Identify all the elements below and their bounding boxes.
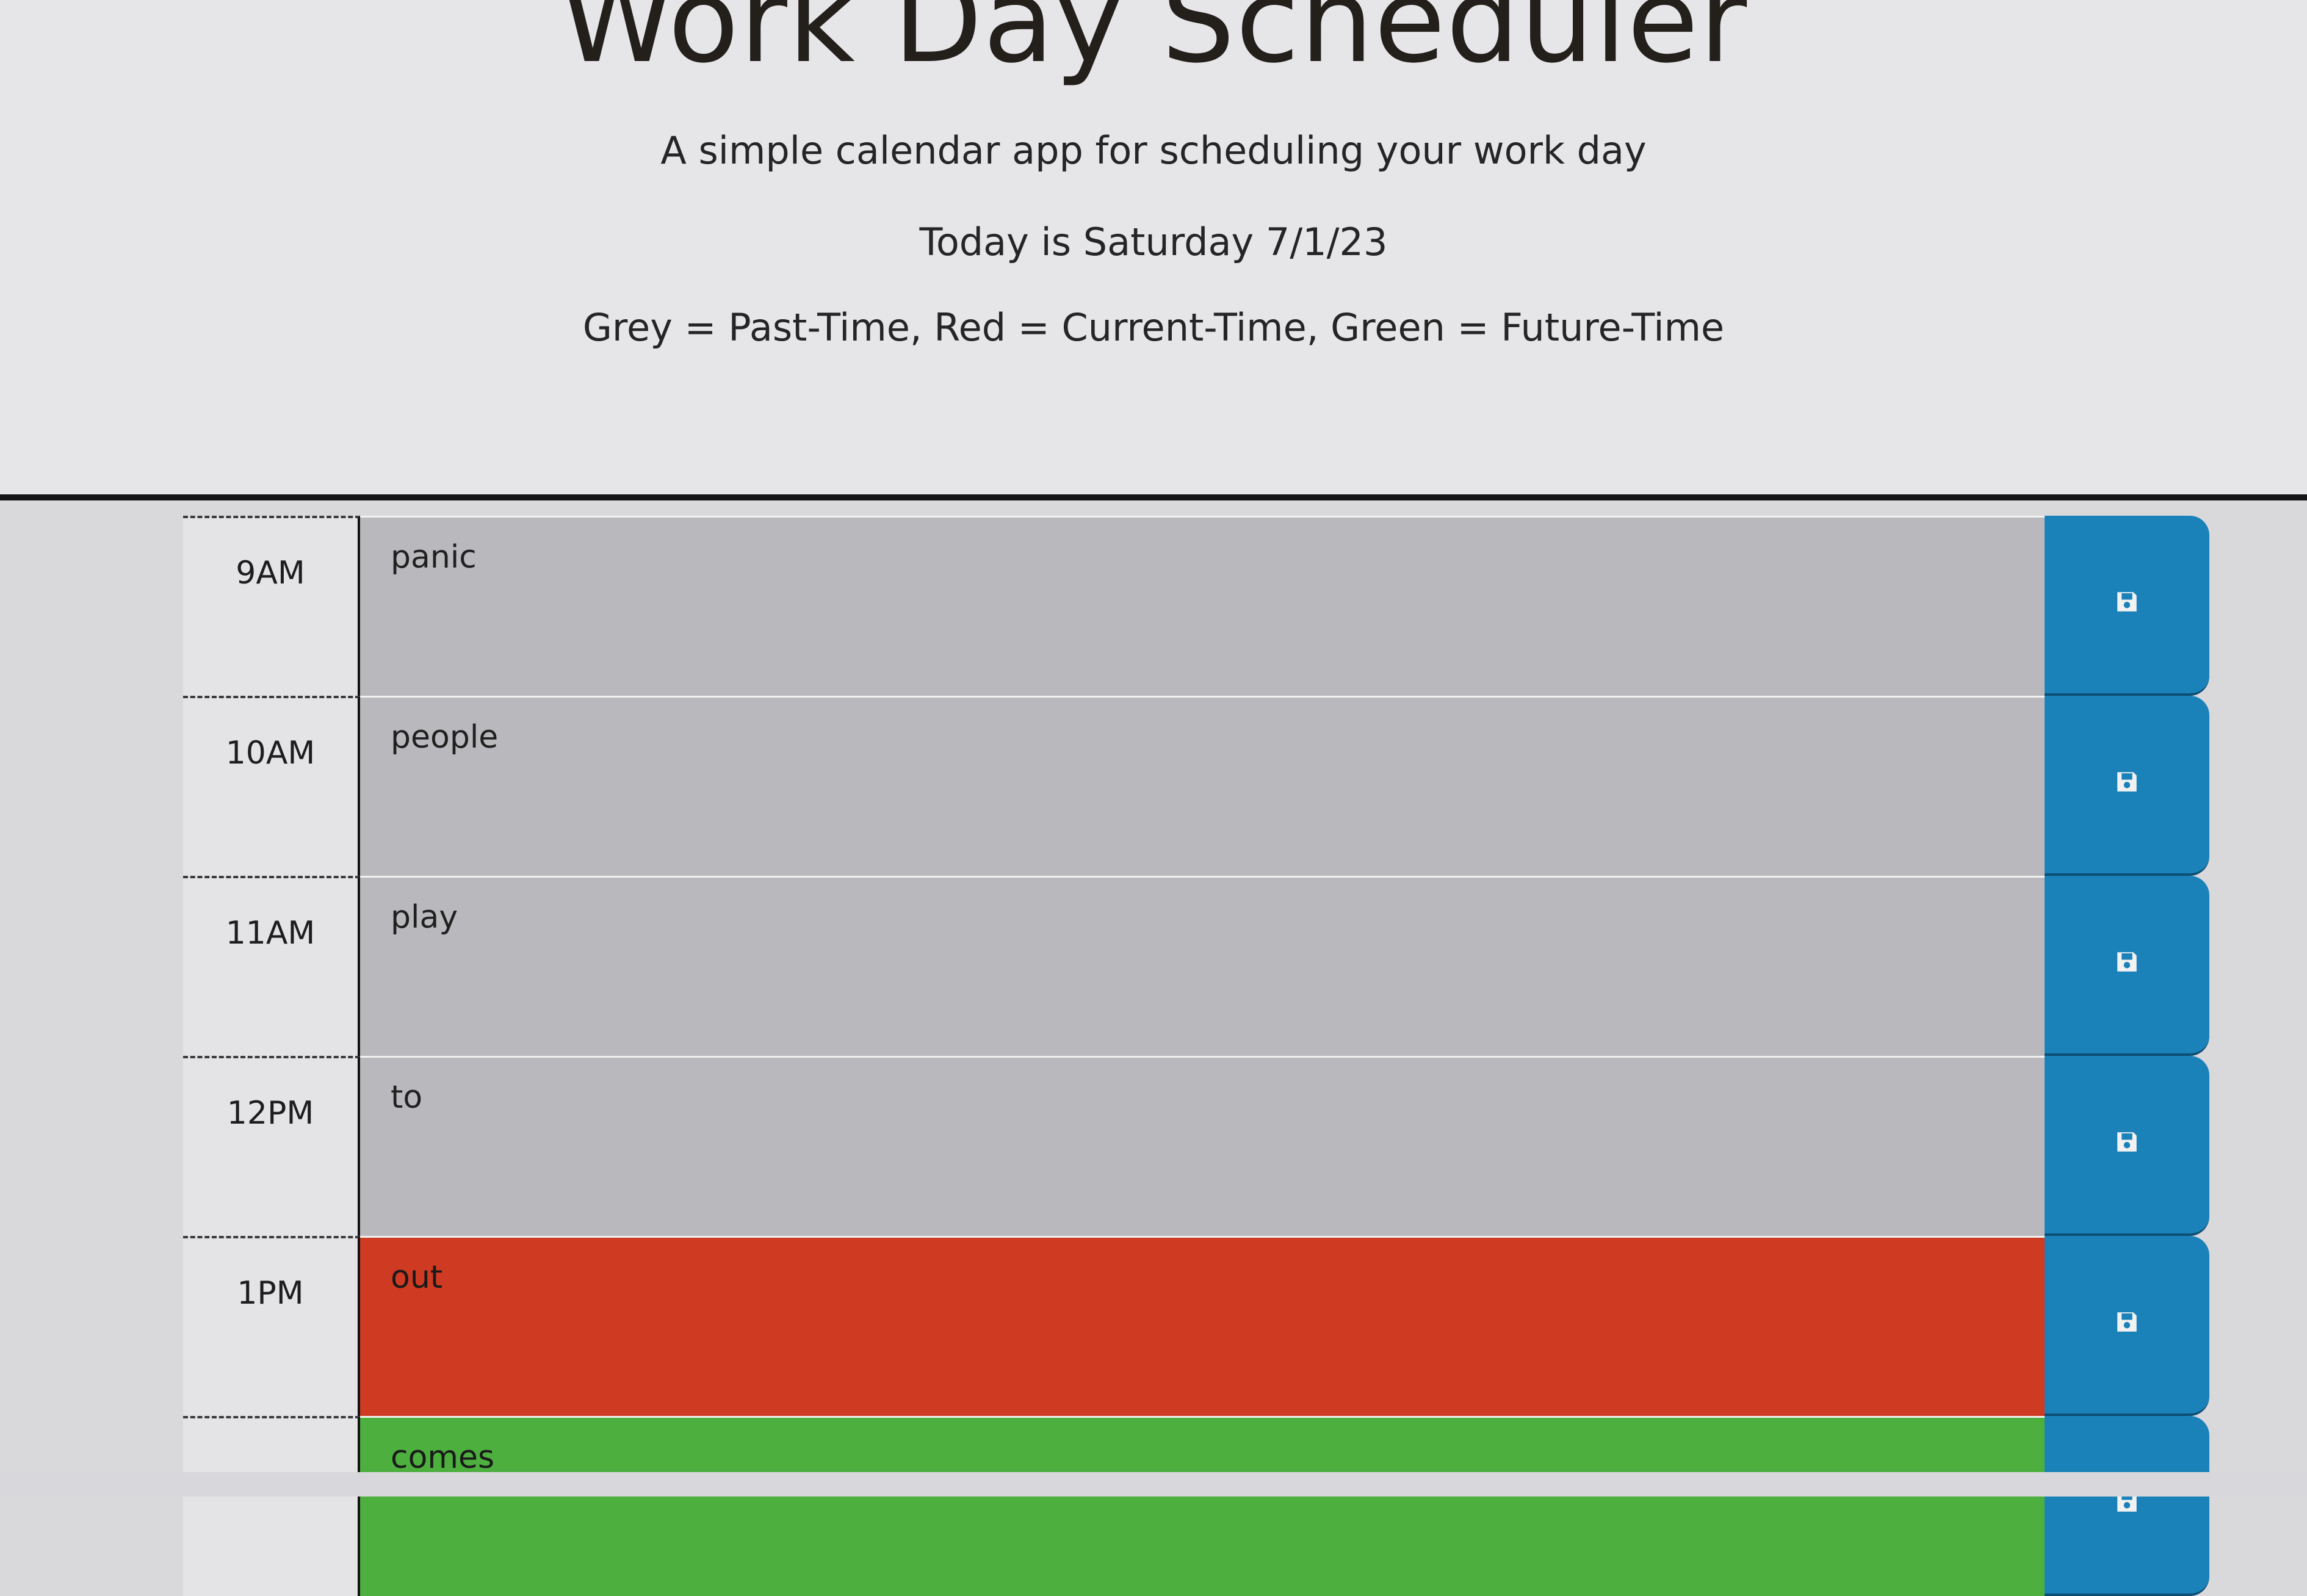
current-day: Today is Saturday 7/1/23 bbox=[919, 220, 1388, 264]
time-block-1pm: 1PM out bbox=[183, 1236, 2209, 1416]
time-block-9am: 9AM panic bbox=[183, 516, 2209, 696]
page-subtitle: A simple calendar app for scheduling you… bbox=[660, 128, 1647, 173]
floppy-disk-icon bbox=[2117, 772, 2137, 792]
hour-label: 12PM bbox=[183, 1056, 360, 1236]
floppy-disk-icon bbox=[2117, 1132, 2137, 1152]
save-button[interactable] bbox=[2045, 876, 2209, 1056]
hour-label: 10AM bbox=[183, 696, 360, 876]
hour-label: 9AM bbox=[183, 516, 360, 696]
floppy-disk-icon bbox=[2117, 1312, 2137, 1332]
page-title: Work Day Scheduler bbox=[559, 0, 1748, 88]
time-block-12pm: 12PM to bbox=[183, 1056, 2209, 1236]
time-block-2pm: comes bbox=[183, 1416, 2209, 1596]
schedule-container: 9AM panic 10AM people 11AM play 12PM to … bbox=[183, 516, 2209, 1596]
color-legend: Grey = Past-Time, Red = Current-Time, Gr… bbox=[582, 305, 1725, 350]
save-button[interactable] bbox=[2045, 696, 2209, 876]
description-textarea[interactable]: comes bbox=[360, 1416, 2045, 1596]
description-textarea[interactable]: people bbox=[360, 696, 2045, 876]
save-button[interactable] bbox=[2045, 1056, 2209, 1236]
hour-label: 11AM bbox=[183, 876, 360, 1056]
hour-label bbox=[183, 1416, 360, 1596]
header: Work Day Scheduler A simple calendar app… bbox=[0, 0, 2307, 500]
description-textarea[interactable]: play bbox=[360, 876, 2045, 1056]
floppy-disk-icon bbox=[2117, 592, 2137, 612]
taskbar bbox=[0, 1472, 2307, 1497]
description-textarea[interactable]: to bbox=[360, 1056, 2045, 1236]
description-textarea[interactable]: panic bbox=[360, 516, 2045, 696]
save-button[interactable] bbox=[2045, 1236, 2209, 1416]
time-block-10am: 10AM people bbox=[183, 696, 2209, 876]
save-button[interactable] bbox=[2045, 1416, 2209, 1596]
floppy-disk-icon bbox=[2117, 952, 2137, 972]
time-block-11am: 11AM play bbox=[183, 876, 2209, 1056]
save-button[interactable] bbox=[2045, 516, 2209, 696]
hour-label: 1PM bbox=[183, 1236, 360, 1416]
description-textarea[interactable]: out bbox=[360, 1236, 2045, 1416]
